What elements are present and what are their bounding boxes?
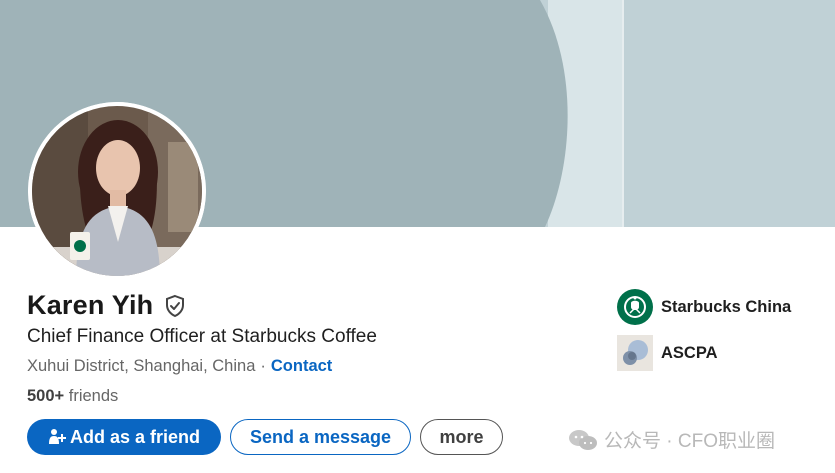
org-name: ASCPA [661, 343, 718, 362]
wechat-icon [569, 429, 597, 450]
profile-name: Karen Yih [27, 290, 154, 320]
org-item-ascpa[interactable]: ASCPA [617, 335, 718, 371]
org-name: Starbucks China [661, 297, 792, 316]
add-person-icon [48, 429, 66, 444]
watermark-text: 公众号 · CFO职业圈 [604, 431, 775, 452]
org-item-starbucks[interactable]: Starbucks China [617, 289, 791, 325]
friends-count-label: friends [68, 387, 119, 405]
add-friend-button[interactable]: Add as a friend [27, 419, 221, 455]
verified-shield-icon[interactable] [163, 294, 187, 318]
profile-location-row: Xuhui District, Shanghai, China · Contac… [27, 357, 332, 376]
starbucks-logo-icon [617, 289, 653, 325]
profile-avatar[interactable] [28, 102, 206, 280]
send-message-button[interactable]: Send a message [230, 419, 411, 455]
more-button[interactable]: more [420, 419, 503, 455]
profile-location: Xuhui District, Shanghai, China [27, 357, 256, 375]
separator-dot: · [260, 357, 266, 375]
more-label: more [439, 426, 484, 447]
profile-name-row: Karen Yih [27, 290, 187, 321]
send-message-label: Send a message [249, 426, 392, 447]
profile-headline: Chief Finance Officer at Starbucks Coffe… [27, 326, 377, 347]
add-friend-label: Add as a friend [69, 426, 201, 447]
contact-info-link[interactable]: Contact [271, 357, 332, 376]
friends-count-value: 500+ [27, 387, 65, 405]
friends-count[interactable]: 500+ friends [27, 387, 118, 406]
ascpa-logo-icon [617, 335, 653, 371]
watermark: 公众号 · CFO职业圈 [568, 426, 775, 453]
